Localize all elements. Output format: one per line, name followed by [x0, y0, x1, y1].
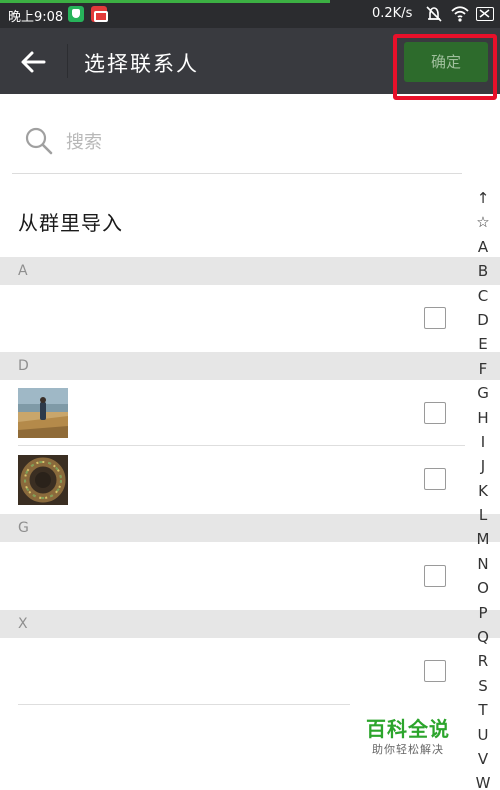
alphabet-index-item[interactable]: F: [470, 357, 496, 381]
contact-row[interactable]: [0, 638, 465, 705]
alphabet-index-item[interactable]: G: [470, 381, 496, 405]
search-input[interactable]: [66, 128, 446, 156]
contact-row[interactable]: [0, 285, 465, 351]
alphabet-index-item[interactable]: V: [470, 747, 496, 771]
watermark-title: 百科全说: [366, 717, 450, 741]
alphabet-index-item[interactable]: R: [470, 649, 496, 673]
alphabet-index-item[interactable]: A: [470, 235, 496, 259]
network-speed: 0.2K/s: [372, 6, 413, 21]
section-header-g: G: [0, 514, 500, 542]
alphabet-index-item[interactable]: ↑: [470, 186, 496, 210]
section-letter: G: [18, 520, 29, 536]
section-letter: A: [18, 263, 28, 279]
alphabet-index-item[interactable]: U: [470, 723, 496, 747]
alphabet-index-item[interactable]: M: [470, 527, 496, 551]
status-time: 晚上9:08: [8, 10, 64, 25]
back-button[interactable]: [14, 42, 54, 82]
page-load-progress: [0, 0, 330, 3]
wifi-icon: [451, 6, 469, 22]
confirm-button[interactable]: 确定: [404, 42, 488, 82]
watermark-logo: 百科全说 助你轻松解决: [366, 716, 460, 758]
alphabet-index-item[interactable]: K: [470, 479, 496, 503]
alphabet-index-item[interactable]: Q: [470, 625, 496, 649]
arrow-left-icon: [21, 51, 46, 73]
alphabet-index-item[interactable]: E: [470, 332, 496, 356]
section-header-a: A: [0, 257, 500, 285]
section-letter: X: [18, 616, 28, 632]
search-icon: [25, 127, 53, 155]
battery-icon: [476, 7, 494, 21]
section-letter: D: [18, 358, 29, 374]
contact-checkbox[interactable]: [424, 468, 446, 490]
alphabet-index-item[interactable]: C: [470, 284, 496, 308]
alphabet-index-item[interactable]: S: [470, 674, 496, 698]
app-header: 选择联系人 确定: [0, 28, 500, 94]
alphabet-index-item[interactable]: P: [470, 601, 496, 625]
contact-checkbox[interactable]: [424, 307, 446, 329]
alphabet-index-item[interactable]: L: [470, 503, 496, 527]
alphabet-index-item[interactable]: I: [470, 430, 496, 454]
alphabet-index-item[interactable]: O: [470, 576, 496, 600]
contact-row[interactable]: [0, 380, 465, 446]
contact-checkbox[interactable]: [424, 565, 446, 587]
alphabet-index-item[interactable]: T: [470, 698, 496, 722]
alphabet-index-item[interactable]: N: [470, 552, 496, 576]
screen: 晚上9:08 0.2K/s 选择联系人 确定 搜索 从群里导入 A D G X …: [0, 0, 500, 790]
alphabet-index-item[interactable]: B: [470, 259, 496, 283]
alphabet-index-item[interactable]: H: [470, 406, 496, 430]
section-header-x: X: [0, 610, 500, 638]
alphabet-index[interactable]: ↑ ☆ A B C D E F G H I J K L M N O P Q R S T U V W: [470, 186, 496, 790]
alphabet-index-item[interactable]: ☆: [470, 210, 496, 234]
page-title: 选择联系人: [84, 52, 199, 76]
contact-row[interactable]: [0, 542, 465, 608]
row-divider: [18, 704, 350, 705]
contact-checkbox[interactable]: [424, 660, 446, 682]
shield-app-icon: [68, 6, 84, 22]
search-bar: [12, 108, 462, 174]
contact-row[interactable]: [0, 446, 465, 512]
header-divider: [67, 44, 68, 78]
watermark-subtitle: 助你轻松解决: [372, 743, 444, 756]
import-from-group-label: 从群里导入: [18, 211, 123, 235]
alphabet-index-item[interactable]: J: [470, 454, 496, 478]
contact-checkbox[interactable]: [424, 402, 446, 424]
mute-icon: [426, 6, 442, 22]
avatar: [18, 388, 68, 438]
import-from-group-row[interactable]: 从群里导入: [0, 190, 465, 252]
status-bar: 晚上9:08 0.2K/s: [0, 0, 500, 28]
alphabet-index-item[interactable]: D: [470, 308, 496, 332]
section-header-d: D: [0, 352, 500, 380]
alphabet-index-item[interactable]: W: [470, 771, 496, 790]
avatar: [18, 455, 68, 505]
red-app-icon: [91, 6, 108, 22]
